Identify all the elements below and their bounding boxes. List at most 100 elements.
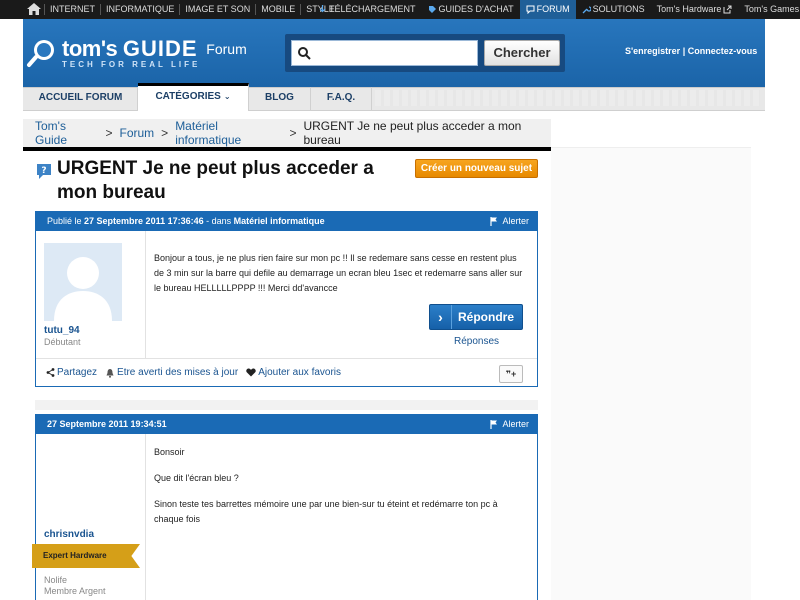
logo-section: Forum <box>206 41 247 57</box>
post-user-rank: Nolife <box>44 575 68 585</box>
top-nav-services: TÉLÉCHARGEMENT GUIDES D'ACHAT FORUM SOLU… <box>312 0 800 19</box>
register-link[interactable]: S'enregistrer <box>625 46 680 56</box>
user-badge: Expert Hardware <box>32 544 140 568</box>
post-user-status: Membre Argent <box>44 586 106 596</box>
top-nav-buying-guides[interactable]: GUIDES D'ACHAT <box>422 0 520 19</box>
favorite-action[interactable]: Ajouter aux favoris <box>246 367 341 378</box>
share-icon <box>46 368 55 377</box>
bell-icon <box>106 368 114 378</box>
search-button[interactable]: Chercher <box>484 40 560 66</box>
post-paragraph: Que dit l'écran bleu ? <box>154 473 239 483</box>
top-nav-download[interactable]: TÉLÉCHARGEMENT <box>312 0 422 19</box>
share-label: Partagez <box>57 367 98 378</box>
right-column <box>551 147 751 600</box>
post-date: 27 Septembre 2011 19:34:51 <box>47 419 167 429</box>
top-nav-toms-games[interactable]: Tom's Games <box>738 0 800 19</box>
search-box: Chercher <box>285 34 565 72</box>
breadcrumb-link[interactable]: Tom's Guide <box>35 119 98 147</box>
search-icon <box>298 47 311 60</box>
breadcrumb-separator: > <box>289 126 297 140</box>
post-author-panel: tutu_94 Débutant <box>36 231 146 358</box>
question-icon: ? <box>37 164 51 179</box>
search-field[interactable] <box>291 40 478 66</box>
forum-post: 27 Septembre 2011 19:34:51 Alerter chris… <box>32 414 538 600</box>
logo-text: tom's GUIDE TECH FOR REAL LIFE <box>62 35 201 69</box>
nav-item-label: CATÉGORIES <box>155 91 221 102</box>
user-links-separator: | <box>682 46 686 56</box>
login-link[interactable]: Connectez-vous <box>688 46 758 56</box>
top-nav-label: GUIDES D'ACHAT <box>438 4 514 14</box>
post-username[interactable]: chrisnvdia <box>44 529 94 540</box>
top-nav-label: TÉLÉCHARGEMENT <box>329 4 416 14</box>
magnifier-logo-icon <box>27 40 54 67</box>
chevron-down-icon: ⌄ <box>223 92 231 101</box>
page-title: URGENT Je ne peut plus acceder a mon bur… <box>57 158 374 203</box>
top-nav-item[interactable]: INFORMATIQUE <box>100 4 179 15</box>
reply-button-label: Répondre <box>458 310 515 324</box>
post-published-prefix: Publié le <box>47 216 85 226</box>
top-nav-label: SOLUTIONS <box>592 4 645 14</box>
nav-item-blog[interactable]: BLOG <box>249 87 311 111</box>
share-action[interactable]: Partagez <box>46 367 97 378</box>
flag-icon <box>490 217 498 226</box>
logo-tagline: TECH FOR REAL LIFE <box>62 59 201 69</box>
alert-label: Alerter <box>502 216 529 226</box>
post-body: Bonjour a tous, je ne plus rien faire su… <box>154 253 523 293</box>
content-top-rule <box>23 147 551 151</box>
post-in-prefix: - dans <box>203 216 234 226</box>
post-body: Bonsoir Que dit l'écran bleu ? Sinon tes… <box>154 445 526 527</box>
top-nav-label: Tom's Games <box>744 4 800 14</box>
chevron-right-icon: › <box>430 305 452 329</box>
main-nav: ACCUEIL FORUM CATÉGORIES ⌄ BLOG F.A.Q. <box>0 83 800 111</box>
nav-item-categories[interactable]: CATÉGORIES ⌄ <box>138 83 249 111</box>
favorite-label: Ajouter aux favoris <box>258 367 342 378</box>
top-bar: INTERNET INFORMATIQUE IMAGE ET SON MOBIL… <box>0 0 800 19</box>
top-nav-solutions[interactable]: SOLUTIONS <box>576 0 651 19</box>
top-nav-label: Tom's Hardware <box>656 4 722 14</box>
post-actions: Partagez Etre averti des mises à jour Aj… <box>36 358 537 386</box>
logo-brand: tom's GUIDE <box>62 35 200 61</box>
top-nav-toms-hardware[interactable]: Tom's Hardware <box>651 0 739 19</box>
quote-button[interactable]: ❞+ <box>499 365 523 383</box>
heart-icon <box>246 368 256 377</box>
nav-fade-decoration <box>375 90 760 106</box>
user-links: S'enregistrer | Connectez-vous <box>625 46 757 56</box>
nav-item-home[interactable]: ACCUEIL FORUM <box>24 87 138 111</box>
breadcrumb-link[interactable]: Matériel informatique <box>175 119 282 147</box>
logo-brand-bold: GUIDE <box>122 35 198 61</box>
post-header: 27 Septembre 2011 19:34:51 Alerter <box>36 415 537 434</box>
download-icon <box>319 5 326 13</box>
default-avatar-icon <box>54 257 112 321</box>
reply-button[interactable]: › Répondre <box>429 304 523 330</box>
avatar[interactable] <box>44 243 122 321</box>
notify-action[interactable]: Etre averti des mises à jour <box>105 367 238 378</box>
post-category[interactable]: Matériel informatique <box>234 216 325 226</box>
post-separator <box>35 400 538 410</box>
tag-icon <box>428 6 436 13</box>
chat-icon <box>526 5 535 14</box>
new-topic-button[interactable]: Créer un nouveau sujet <box>415 159 538 178</box>
breadcrumb-separator: > <box>105 126 113 140</box>
flag-icon <box>490 420 498 429</box>
alert-link[interactable]: Alerter <box>490 212 529 231</box>
home-icon[interactable] <box>26 2 42 16</box>
post-date: 27 Septembre 2011 17:36:46 <box>84 216 204 226</box>
svg-text:?: ? <box>41 166 46 176</box>
post-paragraph: Bonsoir <box>154 447 185 457</box>
site-logo[interactable]: tom's GUIDE TECH FOR REAL LIFE Forum <box>26 35 247 71</box>
top-nav-item[interactable]: MOBILE <box>255 4 300 15</box>
top-nav-item[interactable]: IMAGE ET SON <box>179 4 255 15</box>
replies-link[interactable]: Réponses <box>454 336 499 347</box>
forum-post: Publié le 27 Septembre 2011 17:36:46 - d… <box>35 211 538 387</box>
nav-item-faq[interactable]: F.A.Q. <box>311 87 372 111</box>
alert-link[interactable]: Alerter <box>490 415 529 434</box>
logo-brand-prefix: tom's <box>62 35 123 61</box>
post-author-panel: chrisnvdia Expert Hardware Nolife Membre… <box>32 434 146 600</box>
post-user-rank: Débutant <box>44 337 81 347</box>
breadcrumb-link[interactable]: Forum <box>120 126 155 140</box>
top-nav-item[interactable]: INTERNET <box>44 4 100 15</box>
breadcrumb-separator: > <box>161 126 169 140</box>
post-username[interactable]: tutu_94 <box>44 325 80 336</box>
top-nav-forum[interactable]: FORUM <box>519 0 576 19</box>
search-input[interactable] <box>318 44 473 62</box>
